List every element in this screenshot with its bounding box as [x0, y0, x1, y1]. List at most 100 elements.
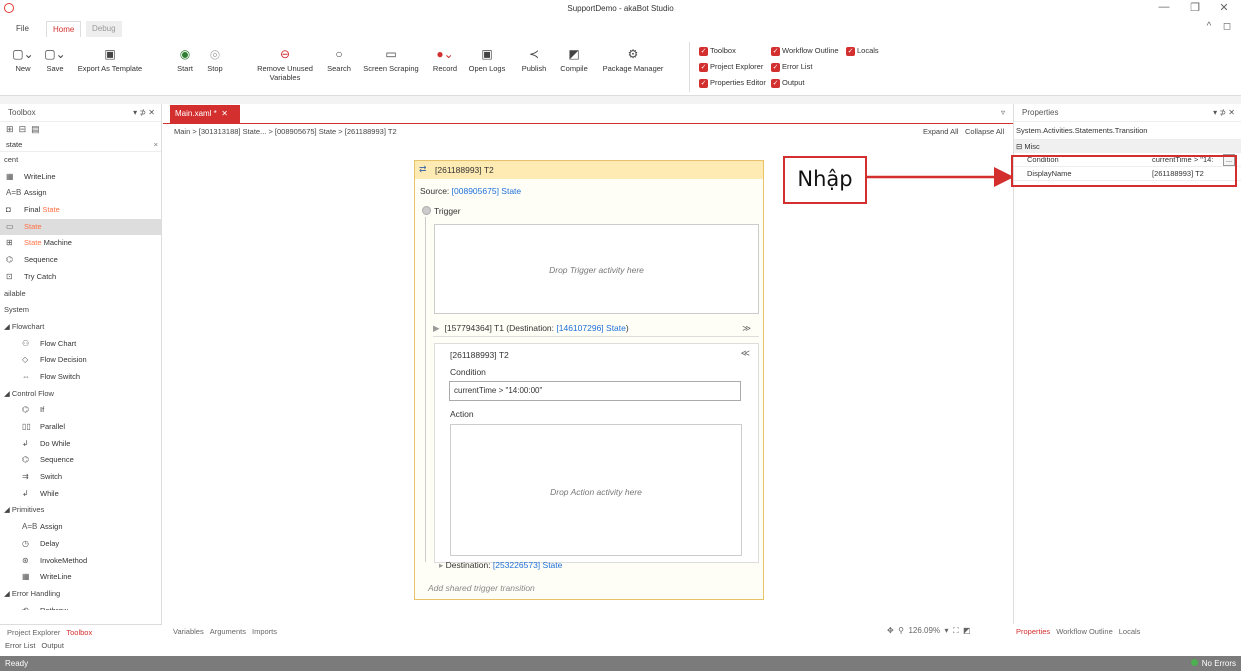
- close-icon[interactable]: ✕: [1215, 1, 1233, 14]
- toolbox-item[interactable]: ↲ Do While: [0, 436, 161, 453]
- toolbox-item[interactable]: ⊞ State Machine: [0, 235, 161, 252]
- toolbox-item[interactable]: ⚇ Flow Chart: [0, 336, 161, 353]
- tab-debug[interactable]: Debug: [86, 21, 122, 37]
- toolbox-item[interactable]: ⌬ Sequence: [0, 452, 161, 469]
- zoom-search-icon[interactable]: ⚲: [898, 626, 904, 635]
- tab-file[interactable]: File: [10, 21, 35, 37]
- destination-link[interactable]: [253226573] State: [493, 560, 562, 570]
- record-button[interactable]: ●⌄ Record: [428, 46, 462, 73]
- tab-workflow-outline[interactable]: Workflow Outline: [1056, 627, 1113, 636]
- toolbox-item[interactable]: ▯▯ Parallel: [0, 419, 161, 436]
- expand-arrow-icon[interactable]: ▶: [433, 323, 440, 333]
- tab-toolbox[interactable]: Toolbox: [66, 628, 92, 637]
- package-manager-button[interactable]: ⚙ Package Manager: [598, 46, 668, 73]
- toolbox-item[interactable]: ⊡ Try Catch: [0, 269, 161, 286]
- export-template-button[interactable]: ▣ Export As Template: [74, 46, 146, 73]
- toolbox-category[interactable]: cent: [0, 152, 161, 169]
- help-icon[interactable]: ◻: [1218, 21, 1236, 32]
- restore-icon[interactable]: ❐: [1186, 1, 1204, 14]
- remove-unused-variables-button[interactable]: ⊖ Remove Unused Variables: [254, 46, 316, 82]
- check-error-list[interactable]: ✓ Error List: [771, 61, 812, 73]
- clear-search-icon[interactable]: ×: [154, 138, 158, 152]
- start-button[interactable]: ◉ Start: [172, 46, 198, 73]
- collapse-all-icon[interactable]: ⊟: [19, 124, 27, 134]
- toolbox-item[interactable]: ⇉ Switch: [0, 469, 161, 486]
- toolbox-item[interactable]: ▦ WriteLine: [0, 569, 161, 586]
- check-locals[interactable]: ✓ Locals: [846, 45, 879, 57]
- misc-group-header[interactable]: ⊟ Misc: [1014, 140, 1241, 153]
- tab-imports[interactable]: Imports: [252, 627, 277, 636]
- list-view-icon[interactable]: ▤: [31, 124, 40, 134]
- expand-all-link[interactable]: Expand All: [923, 124, 958, 140]
- check-output[interactable]: ✓ Output: [771, 77, 805, 89]
- overview-icon[interactable]: ◩: [963, 626, 971, 635]
- toolbox-category[interactable]: ◢ Error Handling: [0, 586, 161, 603]
- tab-properties[interactable]: Properties: [1016, 627, 1050, 636]
- tab-output[interactable]: Output: [41, 641, 64, 650]
- transition-t1-row[interactable]: ▶ [157794364] T1 (Destination: [146107296…: [433, 319, 759, 337]
- toolbox-item[interactable]: A=B Assign: [0, 185, 161, 202]
- tab-locals[interactable]: Locals: [1119, 627, 1141, 636]
- zoom-dropdown-icon[interactable]: ▾: [945, 626, 949, 635]
- check-project-explorer[interactable]: ✓ Project Explorer: [699, 61, 763, 73]
- toolbox-item[interactable]: ⌬ Sequence: [0, 252, 161, 269]
- minimize-icon[interactable]: —: [1155, 1, 1173, 13]
- toolbox-item[interactable]: ⊛ InvokeMethod: [0, 553, 161, 570]
- screen-scraping-button[interactable]: ▭ Screen Scraping: [361, 46, 421, 73]
- zoom-level[interactable]: 126.09%: [908, 626, 940, 635]
- toolbox-category[interactable]: ailable: [0, 286, 161, 303]
- close-tab-icon[interactable]: ✕: [221, 109, 228, 118]
- collapse-chevron-icon[interactable]: ≪: [741, 348, 750, 359]
- tab-variables[interactable]: Variables: [173, 627, 204, 636]
- toolbox-item[interactable]: ▭ State: [0, 218, 161, 236]
- tab-error-list[interactable]: Error List: [5, 641, 35, 650]
- publish-button[interactable]: ≺ Publish: [518, 46, 550, 73]
- condition-input[interactable]: currentTime > "14:00:00": [449, 381, 741, 401]
- compile-button[interactable]: ◩ Compile: [558, 46, 590, 73]
- toolbox-item[interactable]: A=B Assign: [0, 519, 161, 536]
- toolbox-category[interactable]: System: [0, 302, 161, 319]
- check-properties-editor[interactable]: ✓ Properties Editor: [699, 77, 766, 89]
- toolbox-search-input[interactable]: state ×: [0, 138, 161, 152]
- export-template-icon: ▣: [104, 47, 116, 61]
- add-shared-trigger-link[interactable]: Add shared trigger transition: [428, 583, 535, 593]
- tab-arguments[interactable]: Arguments: [210, 627, 246, 636]
- expand-chevron-icon[interactable]: ≫: [742, 319, 751, 337]
- pan-icon[interactable]: ✥: [887, 626, 894, 635]
- check-toolbox[interactable]: ✓ Toolbox: [699, 45, 736, 57]
- stop-button[interactable]: ◎ Stop: [202, 46, 228, 73]
- toolbox-item[interactable]: ◇ Flow Decision: [0, 352, 161, 369]
- toolbox-category[interactable]: ◢ Primitives: [0, 502, 161, 519]
- tab-dropdown-icon[interactable]: ▿: [1001, 108, 1005, 117]
- toolbox-category[interactable]: ◢ Flowchart: [0, 319, 161, 336]
- toolbox-item[interactable]: ⇔ Flow Switch: [0, 369, 161, 386]
- toolbox-item[interactable]: ⟲Rethrow: [0, 603, 161, 610]
- check-workflow-outline[interactable]: ✓ Workflow Outline: [771, 45, 839, 57]
- toolbox-item[interactable]: ◷ Delay: [0, 536, 161, 553]
- collapse-all-link[interactable]: Collapse All: [965, 124, 1004, 140]
- toolbox-item[interactable]: ⌬ If: [0, 402, 161, 419]
- panel-controls-icon[interactable]: ▾ ⊅ ✕: [1213, 104, 1235, 122]
- trigger-radio-icon[interactable]: [422, 206, 431, 215]
- toolbox-item[interactable]: ◘ Final State: [0, 202, 161, 219]
- source-link[interactable]: [008905675] State: [452, 186, 521, 196]
- open-logs-button[interactable]: ▣ Open Logs: [467, 46, 507, 73]
- fit-screen-icon[interactable]: ⛶: [953, 626, 959, 635]
- toolbox-item[interactable]: ↲ While: [0, 486, 161, 503]
- panel-controls-icon[interactable]: ▾ ⊅ ✕: [133, 104, 155, 122]
- breadcrumb[interactable]: Main > [301313188] State... > [008905675…: [163, 124, 1013, 140]
- search-button[interactable]: ○ Search: [324, 46, 354, 73]
- tab-project-explorer[interactable]: Project Explorer: [7, 628, 60, 637]
- toolbox-item[interactable]: ▦ WriteLine: [0, 169, 161, 186]
- tab-main-xaml[interactable]: Main.xaml * ✕: [170, 105, 240, 124]
- collapse-ribbon-icon[interactable]: ^: [1200, 21, 1218, 32]
- toolbox-category[interactable]: ◢ Control Flow: [0, 386, 161, 403]
- t1-destination-link[interactable]: [146107296] State: [556, 323, 625, 333]
- activity-icon: A=B: [22, 522, 38, 532]
- save-button[interactable]: ▢⌄ Save: [42, 46, 68, 73]
- action-drop-zone[interactable]: Drop Action activity here: [450, 424, 742, 556]
- trigger-drop-zone[interactable]: Drop Trigger activity here: [434, 224, 759, 314]
- tab-home[interactable]: Home: [46, 21, 82, 37]
- expand-all-icon[interactable]: ⊞: [6, 124, 14, 134]
- new-button[interactable]: ▢⌄ New: [10, 46, 36, 73]
